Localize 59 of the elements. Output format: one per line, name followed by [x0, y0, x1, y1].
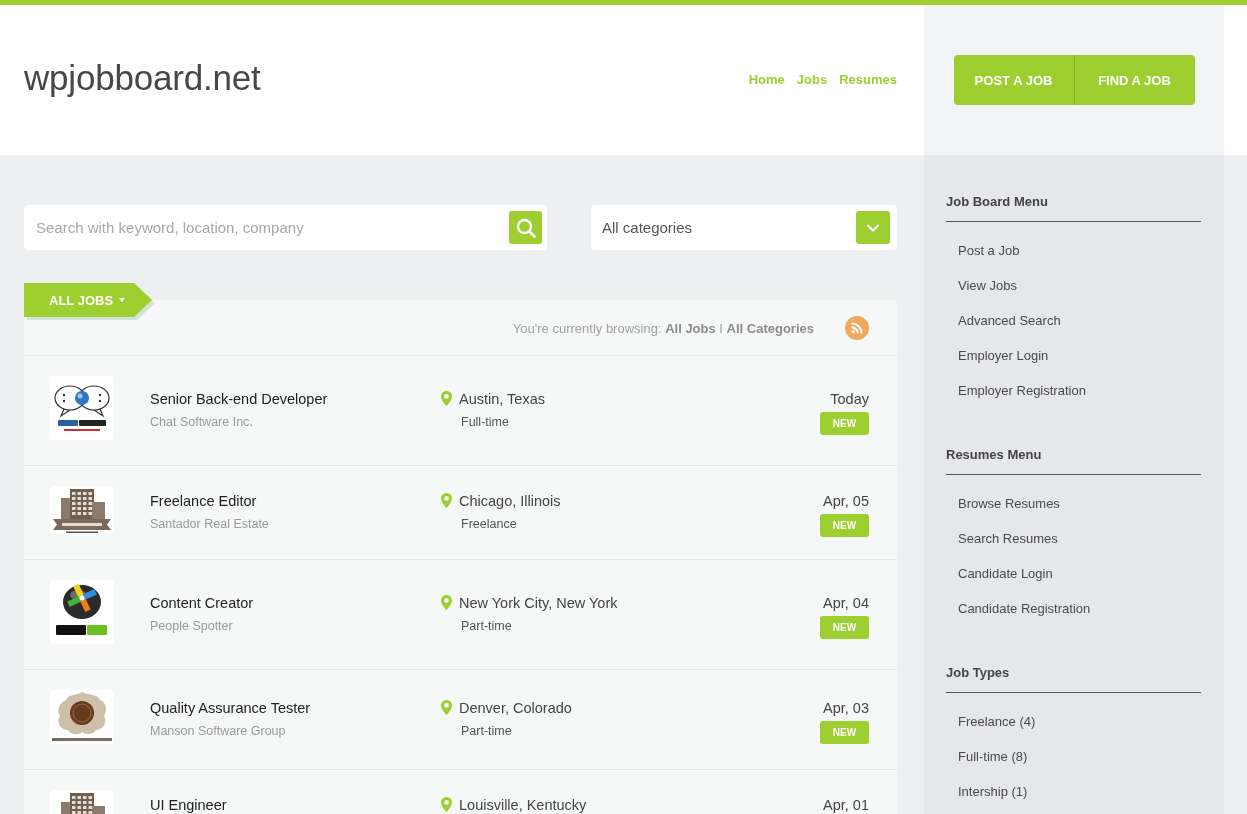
- speech-bubbles-icon: [50, 376, 114, 440]
- sidebar-link[interactable]: View Jobs: [958, 278, 1017, 293]
- job-location: Austin, Texas: [459, 390, 545, 408]
- map-pin-icon: [441, 390, 452, 406]
- site-logo[interactable]: wpjobboard.net: [24, 58, 261, 98]
- buildings-icon: [50, 486, 114, 534]
- company-name: Manson Software Group: [150, 723, 286, 739]
- rss-icon[interactable]: [845, 315, 869, 340]
- chevron-down-icon: [856, 211, 890, 244]
- job-title[interactable]: Quality Assurance Tester: [150, 699, 311, 717]
- company-name: Santador Real Estate: [150, 516, 269, 532]
- sidebar-link[interactable]: Freelance (4): [958, 714, 1036, 729]
- sidebar-link[interactable]: Employer Registration: [958, 383, 1086, 398]
- job-location: Denver, Colorado: [459, 699, 572, 717]
- job-location: Louisville, Kentucky: [459, 796, 587, 814]
- new-badge: NEW: [820, 616, 869, 639]
- sidebar-link[interactable]: Candidate Registration: [958, 601, 1091, 616]
- sidebar-link[interactable]: Full-time (8): [958, 749, 1028, 764]
- emblem-icon: [50, 690, 114, 744]
- sidebar-link[interactable]: Search Resumes: [958, 531, 1058, 546]
- sidebar-heading: Job Types: [946, 665, 1010, 680]
- posted-date: Apr, 01: [823, 796, 869, 814]
- posted-date: Apr, 04: [823, 594, 869, 612]
- posted-date: Apr, 03: [823, 699, 869, 717]
- job-type: Part-time: [461, 618, 512, 634]
- category-select[interactable]: All categories: [591, 205, 897, 250]
- search-field[interactable]: Search with keyword, location, company: [24, 205, 547, 250]
- sidebar-link[interactable]: Employer Login: [958, 348, 1049, 363]
- sidebar-link[interactable]: Browse Resumes: [958, 496, 1060, 511]
- map-pin-icon: [441, 699, 452, 715]
- posted-date: Apr, 05: [823, 492, 869, 510]
- map-pin-icon: [441, 796, 452, 812]
- job-type: Freelance: [461, 516, 517, 532]
- sidebar-link[interactable]: Advanced Search: [958, 313, 1061, 328]
- job-location: New York City, New York: [459, 594, 618, 612]
- job-title[interactable]: Freelance Editor: [150, 492, 257, 510]
- job-type: Full-time: [461, 414, 509, 430]
- sidebar-link[interactable]: Candidate Login: [958, 566, 1053, 581]
- company-name: Chat Software Inc.: [150, 414, 253, 430]
- search-button[interactable]: [509, 211, 542, 244]
- search-icon: [515, 217, 536, 238]
- company-name: People Spotter: [150, 618, 233, 634]
- caret-down-icon: [119, 298, 126, 302]
- posted-date: Today: [830, 390, 869, 408]
- job-title[interactable]: Content Creator: [150, 594, 254, 612]
- new-badge: NEW: [820, 721, 869, 744]
- sidebar-heading: Job Board Menu: [946, 194, 1048, 209]
- job-type: Part-time: [461, 723, 512, 739]
- job-title[interactable]: UI Engineer: [150, 796, 227, 814]
- sidebar-link[interactable]: Intership (1): [958, 784, 1028, 799]
- new-badge: NEW: [820, 514, 869, 537]
- job-location: Chicago, Illinois: [459, 492, 561, 510]
- sidebar-link[interactable]: Post a Job: [958, 243, 1020, 258]
- map-pin-icon: [441, 594, 452, 610]
- browsing-info: You're currently browsing: All Jobs I All Categories: [512, 320, 814, 336]
- sidebar-heading: Resumes Menu: [946, 447, 1042, 462]
- new-badge: NEW: [820, 412, 869, 435]
- map-pin-icon: [441, 492, 452, 508]
- job-title[interactable]: Senior Back-end Developer: [150, 390, 328, 408]
